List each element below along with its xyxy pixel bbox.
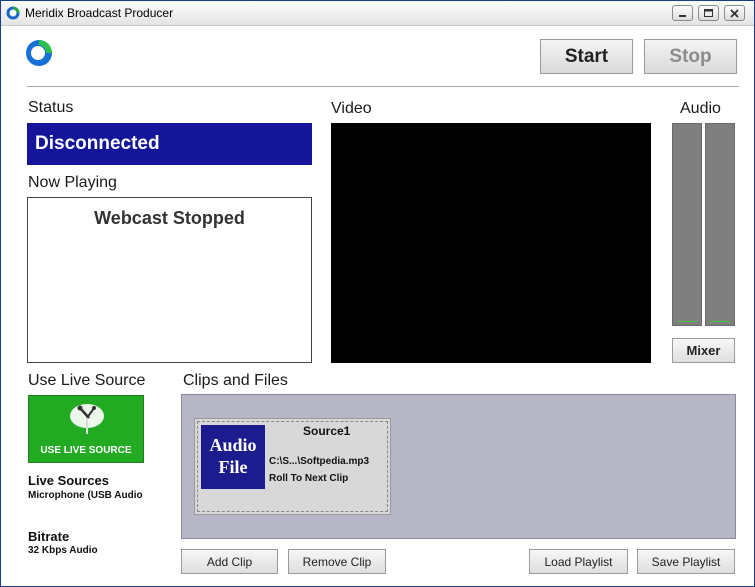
remove-clip-button[interactable]: Remove Clip (288, 549, 386, 574)
close-icon (730, 8, 739, 18)
audio-level-right (710, 321, 730, 322)
status-heading: Status (28, 99, 74, 116)
clips-heading: Clips and Files (183, 372, 288, 389)
minimize-icon (679, 15, 686, 17)
clip-thumb-line2: File (218, 457, 248, 477)
mixer-button[interactable]: Mixer (672, 338, 735, 363)
window-title: Meridix Broadcast Producer (25, 6, 174, 20)
title-bar[interactable]: Meridix Broadcast Producer (1, 1, 754, 26)
app-logo-icon (6, 6, 20, 20)
app-window: Meridix Broadcast Producer Start Stop St… (0, 0, 755, 587)
audio-file-thumbnail: Audio File (201, 425, 265, 489)
live-sources-value: Microphone (USB Audio (28, 490, 143, 501)
clip-mode: Roll To Next Clip (269, 473, 349, 484)
use-live-source-button[interactable]: USE LIVE SOURCE (28, 395, 144, 463)
audio-level-left (677, 321, 697, 322)
save-playlist-button[interactable]: Save Playlist (637, 549, 735, 574)
now-playing-heading: Now Playing (28, 174, 117, 191)
stop-button[interactable]: Stop (644, 39, 737, 74)
use-live-source-label: USE LIVE SOURCE (40, 445, 132, 456)
clip-file-path: C:\S...\Softpedia.mp3 (269, 456, 370, 467)
audio-heading: Audio (680, 100, 721, 117)
add-clip-button[interactable]: Add Clip (181, 549, 278, 574)
live-sources-label: Live Sources (28, 473, 109, 488)
microphone-icon (70, 404, 104, 434)
now-playing-value: Webcast Stopped (94, 208, 245, 228)
header-divider (27, 86, 739, 87)
close-button[interactable] (724, 5, 745, 21)
clip-title: Source1 (303, 424, 351, 438)
status-value: Disconnected (35, 133, 160, 154)
meridix-logo-icon (26, 40, 52, 66)
start-button[interactable]: Start (540, 39, 633, 74)
clip-thumb-line1: Audio (209, 435, 257, 455)
video-heading: Video (331, 100, 372, 117)
live-source-heading: Use Live Source (28, 372, 146, 389)
now-playing-display: Webcast Stopped (27, 197, 312, 363)
clip-item[interactable]: Audio File Source1 C:\S...\Softpedia.mp3… (194, 418, 391, 515)
audio-meter-left (672, 123, 702, 326)
bitrate-value: 32 Kbps Audio (28, 545, 98, 556)
audio-meter-right (705, 123, 735, 326)
bitrate-label: Bitrate (28, 529, 70, 544)
minimize-button[interactable] (672, 5, 693, 21)
status-display: Disconnected (27, 123, 312, 165)
maximize-icon (704, 9, 713, 17)
load-playlist-button[interactable]: Load Playlist (529, 549, 628, 574)
video-preview (331, 123, 651, 363)
maximize-button[interactable] (698, 5, 719, 21)
